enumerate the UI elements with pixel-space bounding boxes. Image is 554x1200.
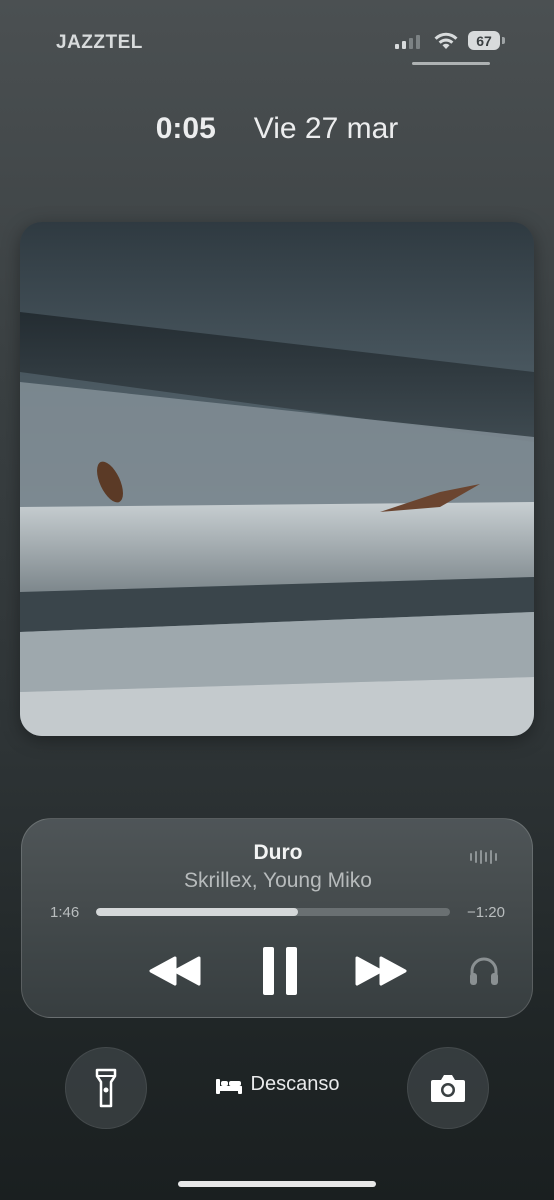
battery-indicator: 67 <box>468 31 500 50</box>
rewind-button[interactable] <box>146 946 204 996</box>
track-artist[interactable]: Skrillex, Young Miko <box>22 869 534 893</box>
remaining-time: −1:20 <box>467 904 505 921</box>
forward-icon <box>355 956 407 986</box>
progress-fill <box>96 908 298 916</box>
camera-icon <box>431 1075 465 1102</box>
album-artwork[interactable] <box>20 222 534 736</box>
now-playing-widget: Duro Skrillex, Young Miko 1:46 −1:20 <box>21 818 533 1018</box>
battery-tip <box>502 37 505 44</box>
backward-icon <box>149 956 201 986</box>
clock-date: Vie 27 mar <box>253 112 399 145</box>
pause-icon <box>263 947 297 995</box>
track-title[interactable]: Duro <box>22 841 534 865</box>
camera-button[interactable] <box>407 1047 489 1129</box>
carrier-name: JAZZTEL <box>56 32 143 53</box>
status-bar: JAZZTEL 67 <box>0 0 554 80</box>
pause-button[interactable] <box>255 946 305 996</box>
playback-controls <box>22 946 534 996</box>
audio-output-button[interactable] <box>466 946 502 996</box>
progress-scrubber[interactable] <box>96 908 450 916</box>
bed-icon <box>215 1078 242 1094</box>
home-indicator[interactable] <box>178 1181 376 1187</box>
elapsed-time: 1:46 <box>50 904 80 921</box>
headphones-icon <box>470 957 498 985</box>
audio-waveform-icon <box>470 849 497 865</box>
lock-screen-clock: 0:05 Vie 27 mar <box>0 112 554 146</box>
forward-button[interactable] <box>352 946 410 996</box>
focus-mode-label: Descanso <box>250 1073 340 1095</box>
wifi-icon <box>434 32 458 49</box>
cellular-signal-icon <box>395 33 420 49</box>
status-bar-underline <box>412 62 490 65</box>
clock-time: 0:05 <box>155 112 216 145</box>
